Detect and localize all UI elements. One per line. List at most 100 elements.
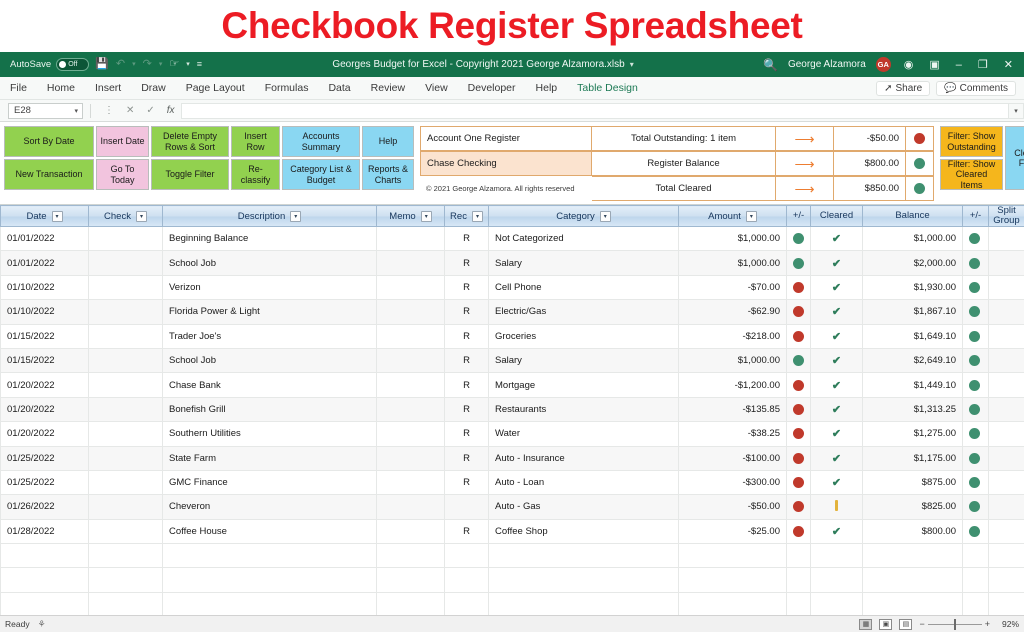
cell-empty[interactable] xyxy=(989,568,1024,592)
cell-empty[interactable] xyxy=(679,568,787,592)
cell-rec[interactable]: R xyxy=(445,397,489,421)
cell-empty[interactable] xyxy=(679,544,787,568)
column-header-split-group[interactable]: Split Group xyxy=(989,206,1024,227)
cell-split-group[interactable] xyxy=(989,348,1024,372)
save-icon[interactable]: 💾 xyxy=(94,59,110,70)
cell-empty[interactable] xyxy=(89,592,163,615)
insert-row-button[interactable]: Insert Row xyxy=(231,126,280,157)
cell-empty[interactable] xyxy=(445,544,489,568)
cell-balance[interactable]: $1,449.10 xyxy=(863,373,963,397)
account-name-cell[interactable]: Chase Checking xyxy=(420,151,592,176)
restore-button[interactable]: ❐ xyxy=(975,58,991,71)
title-chevron-down-icon[interactable]: ▾ xyxy=(630,60,634,69)
name-box-chevron-down-icon[interactable]: ▾ xyxy=(74,107,78,115)
zoom-in-button[interactable]: + xyxy=(985,619,990,629)
cell-split-group[interactable] xyxy=(989,373,1024,397)
column-header-rec[interactable]: Rec▾ xyxy=(445,206,489,227)
table-row[interactable]: 01/15/2022School JobRSalary$1,000.00✔$2,… xyxy=(1,348,1024,372)
cell-cleared[interactable]: ✔ xyxy=(811,275,863,299)
cell-memo[interactable] xyxy=(377,251,445,275)
table-row[interactable]: 01/20/2022Bonefish GrillRRestaurants-$13… xyxy=(1,397,1024,421)
cell-check[interactable] xyxy=(89,373,163,397)
avatar[interactable]: GA xyxy=(876,57,891,72)
cell-empty[interactable] xyxy=(163,592,377,615)
cell-memo[interactable] xyxy=(377,397,445,421)
cell-cleared[interactable]: ✔ xyxy=(811,300,863,324)
cell-description[interactable]: Chase Bank xyxy=(163,373,377,397)
cell-rec[interactable]: R xyxy=(445,251,489,275)
filter-dropdown-icon[interactable]: ▾ xyxy=(746,211,757,222)
table-row[interactable]: 01/26/2022CheveronAuto - Gas-$50.00$825.… xyxy=(1,495,1024,519)
go-to-today-button[interactable]: Go To Today xyxy=(96,159,149,190)
tab-insert[interactable]: Insert xyxy=(85,77,131,100)
tab-view[interactable]: View xyxy=(415,77,458,100)
column-header-memo[interactable]: Memo▾ xyxy=(377,206,445,227)
cell-empty[interactable] xyxy=(445,592,489,615)
cell-category[interactable]: Auto - Loan xyxy=(489,470,679,494)
cell-empty[interactable] xyxy=(163,544,377,568)
cell-rec[interactable]: R xyxy=(445,519,489,543)
cell-empty[interactable] xyxy=(89,568,163,592)
cell-rec[interactable] xyxy=(445,495,489,519)
cell-check[interactable] xyxy=(89,348,163,372)
ribbon-display-options-icon[interactable]: ◉ xyxy=(901,58,917,71)
cell-check[interactable] xyxy=(89,470,163,494)
cell-empty[interactable] xyxy=(489,544,679,568)
table-row[interactable]: 01/25/2022GMC FinanceRAuto - Loan-$300.0… xyxy=(1,470,1024,494)
cell-amount[interactable]: -$25.00 xyxy=(679,519,787,543)
cell-balance[interactable]: $800.00 xyxy=(863,519,963,543)
cell-empty[interactable] xyxy=(989,592,1024,615)
sort-by-date-button[interactable]: Sort By Date xyxy=(4,126,94,157)
cell-cleared[interactable] xyxy=(811,495,863,519)
tab-data[interactable]: Data xyxy=(318,77,360,100)
cell-description[interactable]: Trader Joe's xyxy=(163,324,377,348)
reports-charts-button[interactable]: Reports & Charts xyxy=(362,159,414,190)
cell-description[interactable]: Bonefish Grill xyxy=(163,397,377,421)
redo-caret-icon[interactable]: ▾ xyxy=(158,61,164,68)
table-row-empty[interactable] xyxy=(1,592,1024,615)
cell-amount[interactable]: $1,000.00 xyxy=(679,227,787,251)
cell-empty[interactable] xyxy=(377,544,445,568)
cell-memo[interactable] xyxy=(377,300,445,324)
cell-amount[interactable]: $1,000.00 xyxy=(679,251,787,275)
cell-memo[interactable] xyxy=(377,275,445,299)
tab-review[interactable]: Review xyxy=(361,77,415,100)
cell-amount[interactable]: -$218.00 xyxy=(679,324,787,348)
cell-memo[interactable] xyxy=(377,446,445,470)
cell-empty[interactable] xyxy=(377,592,445,615)
cell-empty[interactable] xyxy=(89,544,163,568)
cell-amount[interactable]: -$62.90 xyxy=(679,300,787,324)
cell-empty[interactable] xyxy=(787,544,811,568)
cell-date[interactable]: 01/25/2022 xyxy=(1,470,89,494)
cell-cleared[interactable]: ✔ xyxy=(811,348,863,372)
cell-description[interactable]: GMC Finance xyxy=(163,470,377,494)
column-header-description[interactable]: Description▾ xyxy=(163,206,377,227)
filter-dropdown-icon[interactable]: ▾ xyxy=(52,211,63,222)
column-header-check[interactable]: Check▾ xyxy=(89,206,163,227)
cell-empty[interactable] xyxy=(787,592,811,615)
tab-table-design[interactable]: Table Design xyxy=(567,77,648,100)
cell-category[interactable]: Electric/Gas xyxy=(489,300,679,324)
cell-cleared[interactable]: ✔ xyxy=(811,324,863,348)
normal-view-icon[interactable]: ▦ xyxy=(859,619,872,630)
tab-page-layout[interactable]: Page Layout xyxy=(176,77,255,100)
cell-balance[interactable]: $1,649.10 xyxy=(863,324,963,348)
table-row[interactable]: 01/01/2022School JobRSalary$1,000.00✔$2,… xyxy=(1,251,1024,275)
cell-rec[interactable]: R xyxy=(445,275,489,299)
cell-empty[interactable] xyxy=(1,592,89,615)
cell-cleared[interactable]: ✔ xyxy=(811,397,863,421)
tab-file[interactable]: File xyxy=(0,77,37,100)
search-icon[interactable]: 🔍 xyxy=(763,58,778,72)
undo-icon[interactable]: ↶ xyxy=(115,59,126,70)
cell-empty[interactable] xyxy=(489,568,679,592)
cell-category[interactable]: Not Categorized xyxy=(489,227,679,251)
cell-cleared[interactable]: ✔ xyxy=(811,373,863,397)
more-options-icon[interactable]: ⋮ xyxy=(98,105,120,116)
cell-empty[interactable] xyxy=(863,568,963,592)
cell-split-group[interactable] xyxy=(989,227,1024,251)
cell-memo[interactable] xyxy=(377,519,445,543)
cell-check[interactable] xyxy=(89,324,163,348)
table-row-empty[interactable] xyxy=(1,568,1024,592)
cancel-icon[interactable]: ✕ xyxy=(120,105,140,116)
cell-empty[interactable] xyxy=(811,592,863,615)
